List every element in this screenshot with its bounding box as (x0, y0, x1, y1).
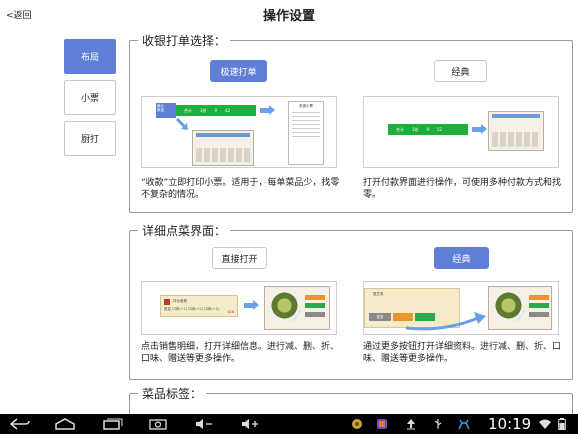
sale-detail-price: ¥26 (227, 310, 234, 314)
top-bar: <返回 操作设置 (0, 0, 578, 28)
arrow-right-icon (244, 300, 259, 310)
receipt-thumbnail: 收银小票 (288, 101, 324, 165)
dish-detail-thumbnail (264, 286, 330, 330)
total-cell: 合计 (184, 107, 192, 113)
open-direct-button[interactable]: 直接打开 (212, 247, 267, 269)
usb-icon (432, 417, 444, 431)
fast-print-button[interactable]: 极速打单 (210, 60, 267, 82)
sale-detail-line: 数量 口味(+1) 口味(+2) 口味(+3) (164, 307, 220, 311)
classic-detail-description: 通过更多按钮打开详细资料。进行减、删、折、口味、赠送等更多操作。 (363, 342, 562, 364)
more-label: 更多 (376, 314, 384, 319)
unit-quantity-box: 单价 数量 (156, 103, 176, 118)
amount-cell: 52 (437, 127, 443, 132)
page-title: 操作设置 (262, 9, 315, 24)
classic-checkout-description: 打开付款界面进行操作，可使用多种付款方式和找零。 (363, 178, 562, 200)
curved-arrow-icon (405, 312, 486, 331)
open-direct-description: 点击销售明细，打开详细信息。进行减、删、折、口味、赠送等更多操作。 (141, 342, 340, 364)
dish-photo (495, 292, 525, 322)
dish-tags-section-title: 菜品标签： (138, 385, 207, 402)
qty-cell: 9 (426, 127, 430, 132)
count-cell: 3份 (200, 107, 207, 113)
wifi-icon (538, 417, 552, 431)
status-clock: 10:19 (488, 415, 532, 433)
volume-up-icon[interactable] (238, 417, 262, 431)
app-icon-1[interactable] (350, 417, 364, 431)
qty-cell: 9 (214, 108, 218, 113)
arrow-down-icon (175, 118, 188, 130)
count-cell: 3份 (412, 126, 419, 132)
app-icon-2[interactable] (375, 417, 389, 431)
sale-detail-card: 特色套餐 数量 口味(+1) 口味(+2) 口味(+3) ¥26 (160, 295, 238, 317)
tab-layout[interactable]: 布局 (64, 39, 116, 74)
open-direct-preview[interactable]: 特色套餐 数量 口味(+1) 口味(+2) 口味(+3) ¥26 (141, 281, 337, 335)
classic-detail-button[interactable]: 经典 (434, 247, 489, 269)
android-debug-icon (456, 417, 472, 431)
classic-checkout-button[interactable]: 经典 (434, 60, 487, 82)
tab-kitchen-print[interactable]: 厨打 (64, 121, 116, 156)
receipt-title: 收银小票 (299, 104, 313, 108)
dish-detail-thumbnail (488, 286, 552, 330)
dish-photo (271, 292, 301, 322)
total-cell: 合计 (396, 126, 404, 132)
amount-cell: 42 (225, 108, 231, 113)
more-button: 更多 (369, 313, 391, 321)
screenshot-icon[interactable] (146, 417, 170, 431)
home-icon[interactable] (52, 417, 78, 431)
unit-quantity-label: 单价 数量 (157, 104, 164, 112)
classic-detail-preview[interactable]: 酸豆角 更多 (363, 281, 559, 335)
payment-screen-thumbnail (488, 111, 544, 151)
detail-section: 详细点菜界面： 直接打开 经典 特色套餐 数量 口味(+1) 口味(+2) 口味… (129, 222, 573, 380)
total-bar: 合计 3份 9 52 (388, 124, 468, 135)
fast-print-description: “收款”立即打印小票。适用于，每单菜品少，找零不复杂的情况。 (141, 178, 340, 200)
arrow-right-icon (260, 105, 275, 115)
tab-receipt[interactable]: 小票 (64, 80, 116, 115)
sale-detail-title: 特色套餐 (173, 299, 187, 303)
classic-checkout-preview[interactable]: 合计 3份 9 52 (363, 96, 559, 168)
volume-down-icon[interactable] (192, 417, 216, 431)
detail-section-title: 详细点菜界面： (138, 222, 231, 239)
total-bar: 合计 3份 9 42 (176, 105, 256, 116)
dish-info-title: 酸豆角 (373, 292, 384, 296)
system-nav-bar: 10:19 (0, 414, 578, 434)
checkout-section-title: 收银打单选择： (138, 32, 231, 49)
dish-marker-icon (164, 299, 170, 305)
fast-print-preview[interactable]: 单价 数量 合计 3份 9 42 收银小票 (141, 96, 337, 168)
arrow-right-icon (472, 124, 487, 134)
recent-apps-icon[interactable] (100, 417, 126, 431)
upload-icon (405, 417, 417, 431)
battery-icon (556, 417, 568, 431)
checkout-section: 收银打单选择： 极速打单 经典 单价 数量 合计 3份 9 42 收银小票 “收… (129, 32, 573, 213)
checkout-screen-thumbnail (192, 130, 254, 166)
back-icon[interactable] (6, 417, 34, 431)
